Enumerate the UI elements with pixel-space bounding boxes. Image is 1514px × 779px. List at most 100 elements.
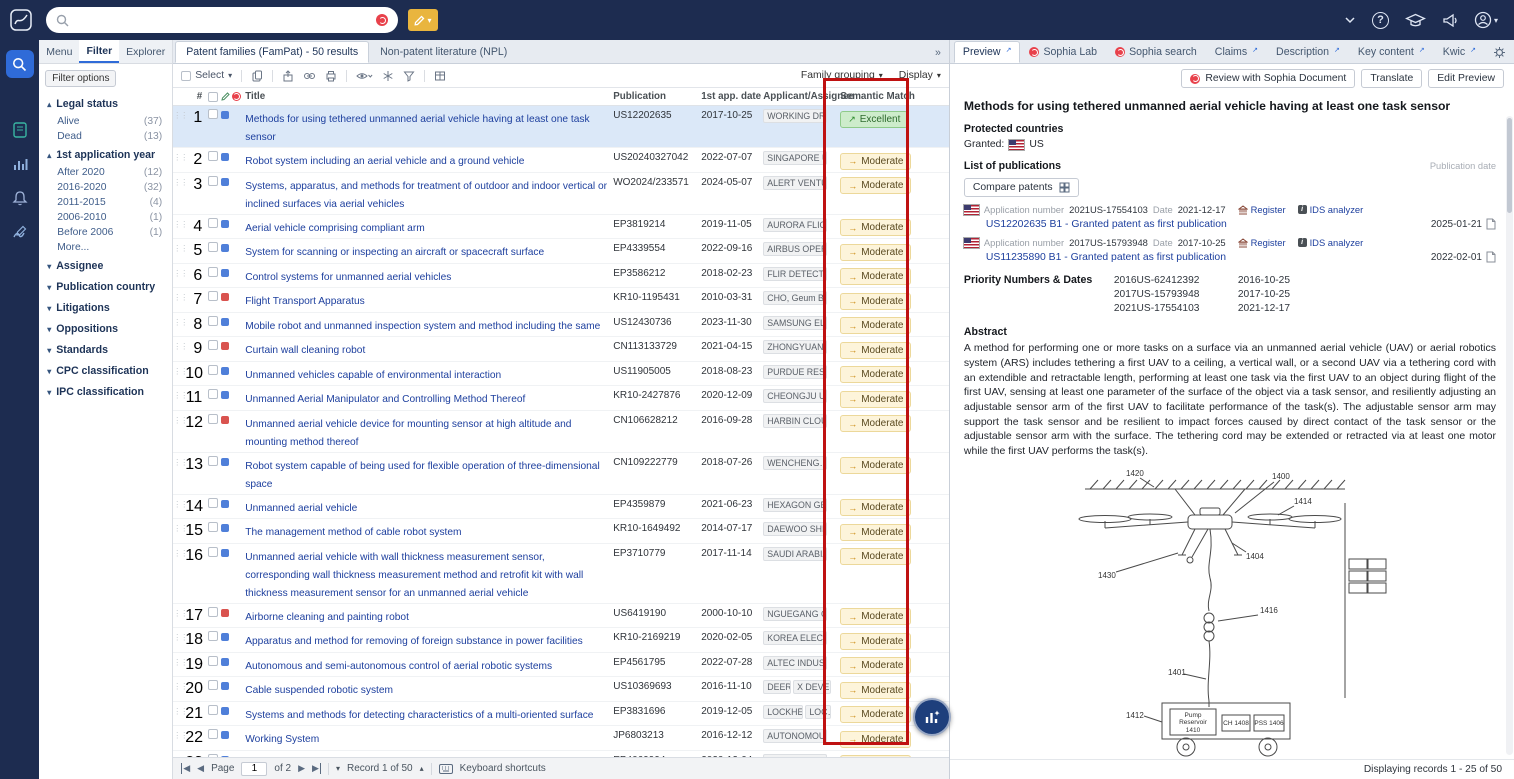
drag-handle-icon[interactable]: ⋮⋮ xyxy=(173,242,185,254)
semantic-match-badge[interactable]: →Moderate xyxy=(840,457,911,474)
link-icon[interactable] xyxy=(303,70,316,82)
filter-group-header[interactable]: ▾Litigations xyxy=(39,297,172,318)
table-row[interactable]: ⋮⋮21Systems and methods for detecting ch… xyxy=(173,702,949,727)
tab-menu[interactable]: Menu xyxy=(39,41,79,62)
row-checkbox[interactable] xyxy=(205,267,221,277)
drag-handle-icon[interactable]: ⋮⋮ xyxy=(173,316,185,328)
drag-handle-icon[interactable]: ⋮⋮ xyxy=(173,151,185,163)
patent-title-link[interactable]: Autonomous and semi-autonomous control o… xyxy=(245,661,552,672)
patent-title-link[interactable]: Unmanned vehicles capable of environment… xyxy=(245,370,501,381)
export-icon[interactable] xyxy=(282,70,294,82)
patent-title-link[interactable]: Curtain wall cleaning robot xyxy=(245,345,365,356)
filter-group-header[interactable]: ▴Legal status xyxy=(39,93,172,114)
drag-handle-icon[interactable]: ⋮⋮ xyxy=(173,729,185,741)
table-row[interactable]: ⋮⋮19Autonomous and semi-autonomous contr… xyxy=(173,653,949,678)
patent-title-link[interactable]: Working System xyxy=(245,734,319,745)
table-row[interactable]: ⋮⋮4Aerial vehicle comprising compliant a… xyxy=(173,215,949,240)
publication-link[interactable]: US12202635 B1 - Granted patent as first … xyxy=(986,219,1227,230)
drag-handle-icon[interactable]: ⋮⋮ xyxy=(173,176,185,188)
edit-preview-button[interactable]: Edit Preview xyxy=(1428,69,1504,88)
row-checkbox[interactable] xyxy=(205,316,221,326)
semantic-match-badge[interactable]: →Moderate xyxy=(840,415,911,432)
filter-item[interactable]: After 2020(12) xyxy=(39,165,172,180)
column-title[interactable]: Title xyxy=(245,91,613,102)
row-checkbox[interactable] xyxy=(205,547,221,557)
patent-title-link[interactable]: Unmanned aerial vehicle xyxy=(245,503,357,514)
table-row[interactable]: ⋮⋮22Working SystemJP68032132016-12-12AUT… xyxy=(173,726,949,751)
review-with-sophia-button[interactable]: Review with Sophia Document xyxy=(1181,69,1355,88)
filter-group-header[interactable]: ▾Publication country xyxy=(39,276,172,297)
drag-handle-icon[interactable]: ⋮⋮ xyxy=(173,414,185,426)
table-row[interactable]: ⋮⋮10Unmanned vehicles capable of environ… xyxy=(173,362,949,387)
preview-scrollbar[interactable] xyxy=(1506,116,1513,755)
copy-icon[interactable] xyxy=(251,70,263,82)
keyboard-shortcuts-label[interactable]: Keyboard shortcuts xyxy=(460,763,546,774)
row-checkbox[interactable] xyxy=(205,291,221,301)
row-checkbox[interactable] xyxy=(205,414,221,424)
semantic-match-badge[interactable]: →Moderate xyxy=(840,499,911,516)
semantic-match-badge[interactable]: →Moderate xyxy=(840,633,911,650)
drag-handle-icon[interactable]: ⋮⋮ xyxy=(173,365,185,377)
semantic-match-badge[interactable]: →Moderate xyxy=(840,682,911,699)
filter-item[interactable]: Before 2006(1) xyxy=(39,225,172,240)
table-row[interactable]: ⋮⋮5System for scanning or inspecting an … xyxy=(173,239,949,264)
drag-handle-icon[interactable]: ⋮⋮ xyxy=(173,607,185,619)
semantic-match-badge[interactable]: →Moderate xyxy=(840,293,911,310)
previous-page-button[interactable]: ◀ xyxy=(197,763,204,774)
table-row[interactable]: ⋮⋮6Control systems for unmanned aerial v… xyxy=(173,264,949,289)
first-page-button[interactable]: ◀ xyxy=(181,763,190,774)
row-checkbox[interactable] xyxy=(205,151,221,161)
table-row[interactable]: ⋮⋮15The management method of cable robot… xyxy=(173,519,949,544)
tab-patent-families[interactable]: Patent families (FamPat) - 50 results xyxy=(175,41,369,63)
table-row[interactable]: ⋮⋮13Robot system capable of being used f… xyxy=(173,453,949,495)
table-row[interactable]: ⋮⋮8Mobile robot and unmanned inspection … xyxy=(173,313,949,338)
table-row[interactable]: ⋮⋮1Methods for using tethered unmanned a… xyxy=(173,106,949,148)
tab-sophia-lab[interactable]: Sophia Lab xyxy=(1020,41,1106,63)
row-checkbox[interactable] xyxy=(205,680,221,690)
table-row[interactable]: ⋮⋮2Robot system including an aerial vehi… xyxy=(173,148,949,173)
account-menu[interactable]: ▾ xyxy=(1474,11,1498,29)
register-link[interactable]: Register xyxy=(1238,237,1286,248)
table-row[interactable]: ⋮⋮3Systems, apparatus, and methods for t… xyxy=(173,173,949,215)
chevron-down-icon[interactable] xyxy=(1344,16,1356,24)
semantic-match-badge[interactable]: →Moderate xyxy=(840,706,911,723)
semantic-match-badge[interactable]: ↗Excellent xyxy=(840,111,908,128)
display-control[interactable]: Display ▾ xyxy=(899,70,941,81)
snowflake-icon[interactable] xyxy=(382,70,394,82)
compare-patents-button[interactable]: Compare patents xyxy=(964,178,1079,197)
eye-icon[interactable] xyxy=(356,70,373,82)
filter-item[interactable]: Alive(37) xyxy=(39,114,172,129)
announcements-icon[interactable] xyxy=(1442,13,1458,27)
filter-group-header[interactable]: ▾Standards xyxy=(39,339,172,360)
drag-handle-icon[interactable]: ⋮⋮ xyxy=(173,109,185,121)
semantic-match-badge[interactable]: →Moderate xyxy=(840,548,911,565)
semantic-match-badge[interactable]: →Moderate xyxy=(840,268,911,285)
patent-title-link[interactable]: Robot system including an aerial vehicle… xyxy=(245,156,524,167)
patent-title-link[interactable]: Cable suspended robotic system xyxy=(245,685,393,696)
patent-title-link[interactable]: Airborne cleaning and painting robot xyxy=(245,612,409,623)
row-checkbox[interactable] xyxy=(205,631,221,641)
tab-kwic[interactable]: Kwic↗ xyxy=(1434,41,1485,63)
filter-group-header[interactable]: ▾IPC classification xyxy=(39,381,172,402)
drag-handle-icon[interactable]: ⋮⋮ xyxy=(173,456,185,468)
row-checkbox[interactable] xyxy=(205,176,221,186)
semantic-match-badge[interactable]: →Moderate xyxy=(840,657,911,674)
tab-settings-gear-icon[interactable] xyxy=(1485,46,1514,63)
drag-handle-icon[interactable]: ⋮⋮ xyxy=(173,547,185,559)
family-grouping-control[interactable]: Family grouping ▾ xyxy=(801,70,883,81)
table-row[interactable]: ⋮⋮7Flight Transport ApparatusKR10-119543… xyxy=(173,288,949,313)
next-page-button[interactable]: ▶ xyxy=(298,763,305,774)
semantic-match-badge[interactable]: →Moderate xyxy=(840,608,911,625)
filter-options-button[interactable]: Filter options xyxy=(45,70,116,87)
rail-notebook-button[interactable] xyxy=(6,116,34,144)
filter-item[interactable]: Dead(13) xyxy=(39,129,172,144)
patent-title-link[interactable]: Unmanned aerial vehicle with wall thickn… xyxy=(245,552,583,599)
sophia-assistant-button[interactable] xyxy=(913,698,951,736)
tab-key-content[interactable]: Key content↗ xyxy=(1349,41,1434,63)
ids-analyzer-link[interactable]: iIDS analyzer xyxy=(1298,204,1364,215)
drag-handle-icon[interactable]: ⋮⋮ xyxy=(173,680,185,692)
column-publication[interactable]: Publication xyxy=(613,91,701,102)
tab-description[interactable]: Description↗ xyxy=(1267,41,1349,63)
semantic-match-badge[interactable]: →Moderate xyxy=(840,219,911,236)
row-checkbox[interactable] xyxy=(205,522,221,532)
